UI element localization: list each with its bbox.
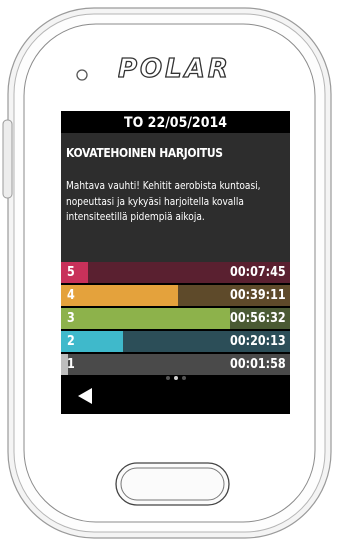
- svg-text:POLAR: POLAR: [118, 54, 228, 84]
- heart-rate-zones: 5 00:07:45 4 00:39:11 3 00:56:32 2 00:20…: [61, 262, 290, 377]
- zone-time: 00:01:58: [230, 357, 286, 372]
- zone-number: 1: [67, 357, 75, 372]
- zone-time: 00:20:13: [230, 334, 286, 349]
- zone-time: 00:56:32: [230, 311, 286, 326]
- zone-number: 5: [67, 265, 75, 280]
- date-header: TO 22/05/2014: [61, 111, 290, 133]
- zone-time: 00:39:11: [230, 288, 286, 303]
- zone-row-5: 5 00:07:45: [61, 262, 290, 283]
- zone-row-4: 4 00:39:11: [61, 285, 290, 306]
- page-dot: [181, 376, 186, 380]
- zone-row-3: 3 00:56:32: [61, 308, 290, 329]
- training-title: KOVATEHOINEN HARJOITUS: [66, 145, 223, 160]
- home-button[interactable]: [115, 462, 230, 506]
- page-dot: [165, 376, 170, 380]
- zone-number: 2: [67, 334, 75, 349]
- zone-row-1: 1 00:01:58: [61, 354, 290, 375]
- zone-number: 4: [67, 288, 75, 303]
- zone-fill: [61, 285, 178, 306]
- page-indicator: [61, 376, 290, 380]
- summary-panel: KOVATEHOINEN HARJOITUS Mahtava vauhti! K…: [61, 133, 290, 262]
- watch-screen: TO 22/05/2014 KOVATEHOINEN HARJOITUS Mah…: [61, 111, 290, 414]
- zone-fill: [61, 308, 231, 329]
- side-button: [2, 119, 13, 199]
- training-description: Mahtava vauhti! Kehitit aerobista kuntoa…: [66, 180, 261, 223]
- brand-logo: POLAR: [118, 54, 228, 84]
- zone-number: 3: [67, 311, 75, 326]
- page-dot-active: [173, 376, 178, 380]
- zone-row-2: 2 00:20:13: [61, 331, 290, 352]
- back-arrow-icon[interactable]: [75, 386, 95, 406]
- zone-time: 00:07:45: [230, 265, 286, 280]
